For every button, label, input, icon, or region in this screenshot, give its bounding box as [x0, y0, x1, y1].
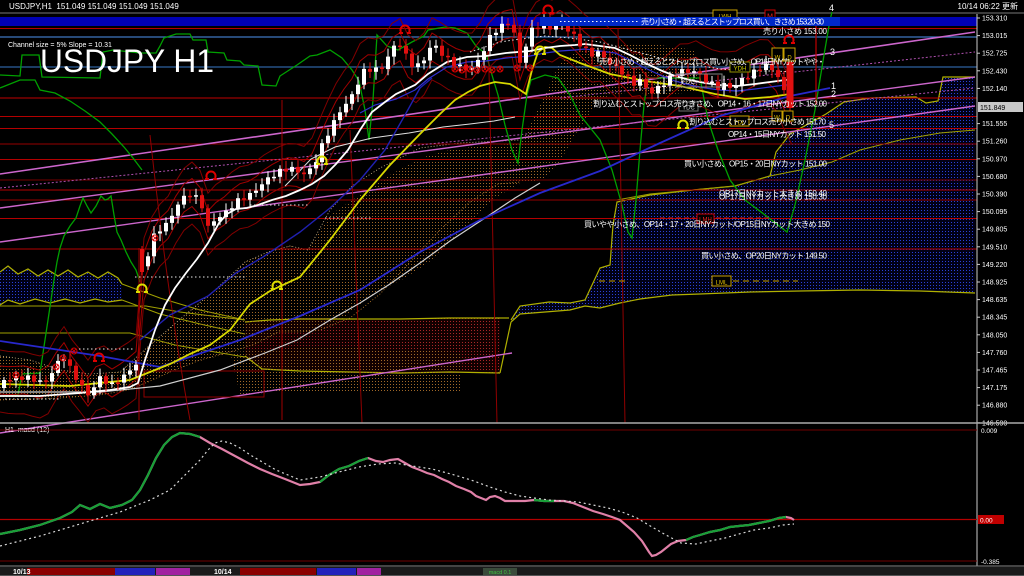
svg-text:153.310: 153.310 [982, 16, 1007, 23]
svg-text:151.260: 151.260 [982, 139, 1007, 146]
svg-text:153.015: 153.015 [982, 33, 1007, 40]
svg-text:150.095: 150.095 [982, 209, 1007, 216]
svg-text:YDH: YDH [734, 67, 747, 73]
svg-text:買い小さめ、OP20日NYカット 149.50: 買い小さめ、OP20日NYカット 149.50 [701, 252, 828, 261]
svg-text:4: 4 [829, 3, 834, 13]
svg-text:147.175: 147.175 [982, 385, 1007, 392]
svg-text:150.390: 150.390 [982, 192, 1007, 199]
svg-text:148.050: 148.050 [982, 332, 1007, 339]
svg-text:0.00: 0.00 [980, 518, 993, 525]
svg-text:146.880: 146.880 [982, 403, 1007, 410]
svg-text:10/14 06:22 更新: 10/14 06:22 更新 [958, 1, 1018, 11]
svg-text:買い小さめ、OP15・20日NYカット 151.00: 買い小さめ、OP15・20日NYカット 151.00 [684, 160, 828, 169]
svg-text:151.555: 151.555 [982, 121, 1007, 128]
svg-text:10/14: 10/14 [214, 569, 232, 576]
svg-text:3: 3 [830, 47, 835, 57]
svg-text:10/13: 10/13 [13, 569, 31, 576]
svg-text:148.345: 148.345 [982, 315, 1007, 322]
svg-text:売り小さめ・超えるとストップロス買い、きさめ 153.20-: 売り小さめ・超えるとストップロス買い、きさめ 153.20-30 [641, 17, 825, 27]
svg-text:147.465: 147.465 [982, 368, 1007, 375]
svg-text:売り小さめ・超えるとストップロス買い小さめ、OP16日NYカ: 売り小さめ・超えるとストップロス買い小さめ、OP16日NYカットやや・ [599, 57, 825, 67]
svg-text:149.510: 149.510 [982, 244, 1007, 251]
svg-text:146.590: 146.590 [982, 420, 1007, 427]
svg-text:YDC: YDC [681, 79, 696, 86]
svg-text:LML: LML [716, 281, 728, 287]
svg-text:152.140: 152.140 [982, 86, 1007, 93]
svg-text:OP17日NYカット大きめ 150.30: OP17日NYカット大きめ 150.30 [719, 192, 828, 202]
svg-text:5: 5 [829, 120, 834, 130]
svg-text:152.725: 152.725 [982, 51, 1007, 58]
svg-text:0.009: 0.009 [981, 428, 998, 435]
svg-text:152.430: 152.430 [982, 68, 1007, 75]
svg-text:149.220: 149.220 [982, 262, 1007, 269]
svg-text:150.970: 150.970 [982, 156, 1007, 163]
svg-text:148.925: 148.925 [982, 280, 1007, 287]
svg-text:2: 2 [831, 89, 836, 99]
svg-text:149.805: 149.805 [982, 227, 1007, 234]
svg-text:151.849: 151.849 [980, 105, 1005, 112]
svg-text:売り小さめ 153.00: 売り小さめ 153.00 [763, 26, 828, 36]
svg-text:割り込むとストップロス売りきさめ、OP14・16・17日NY: 割り込むとストップロス売りきさめ、OP14・16・17日NYカット 152.00 [593, 99, 828, 109]
svg-text:148.635: 148.635 [982, 297, 1007, 304]
svg-text:USDJPY H1: USDJPY H1 [40, 43, 214, 79]
svg-text:-0.385: -0.385 [981, 559, 1000, 566]
svg-text:150.680: 150.680 [982, 174, 1007, 181]
svg-text:147.760: 147.760 [982, 350, 1007, 357]
svg-text:割り込むとストップロス売り小さめ 151.70: 割り込むとストップロス売り小さめ 151.70 [689, 117, 827, 127]
svg-text:USDJPY,H1 151.049 151.049 151: USDJPY,H1 151.049 151.049 151.049 151.04… [9, 2, 179, 11]
svg-text:買いやや小さめ、OP14・17・20日NYカット/OP15日: 買いやや小さめ、OP14・17・20日NYカット/OP15日NYカット大きめ 1… [584, 219, 831, 229]
svg-text:OP14・15日NYカット 151.50: OP14・15日NYカット 151.50 [728, 130, 827, 139]
